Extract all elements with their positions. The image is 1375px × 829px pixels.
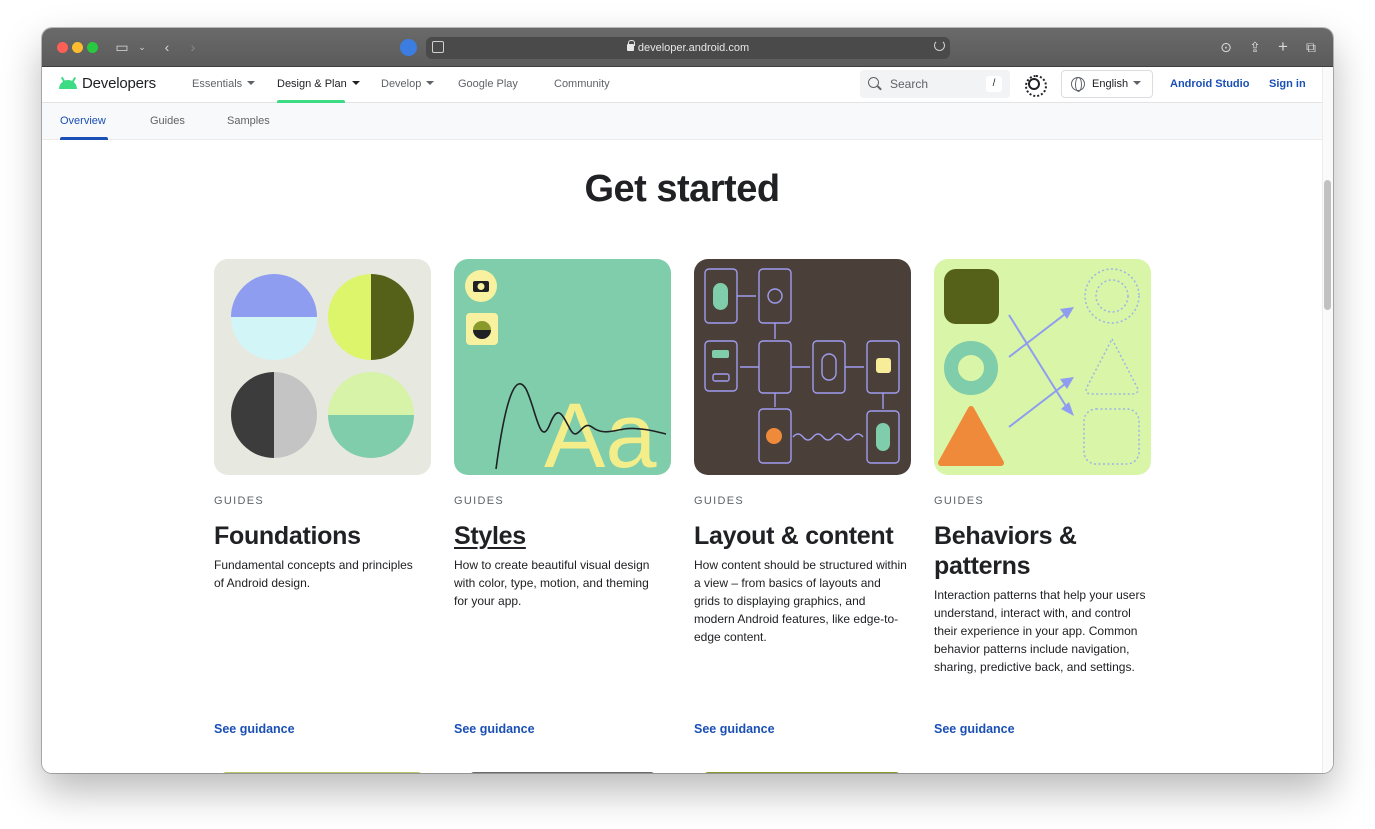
site-favicon-icon xyxy=(400,39,417,56)
next-row-card-preview xyxy=(222,772,422,773)
card-description: Interaction patterns that help your user… xyxy=(934,588,1146,674)
sub-navigation: Overview Guides Samples xyxy=(42,103,1322,140)
browser-toolbar: ▭ ⌄ ‹ › developer.android.com ⊙ ⇪ + ⧉ xyxy=(42,28,1333,67)
card-title[interactable]: Layout & content xyxy=(694,521,911,551)
card-eyebrow: GUIDES xyxy=(214,495,264,507)
nav-label: Develop xyxy=(381,78,422,90)
maximize-window-button[interactable] xyxy=(87,42,98,53)
forward-button[interactable]: › xyxy=(186,37,200,57)
next-row-card-preview xyxy=(704,772,900,773)
downloads-icon[interactable]: ⊙ xyxy=(1218,37,1234,57)
nav-design-plan[interactable]: Design & Plan xyxy=(277,78,360,90)
scrollbar-thumb[interactable] xyxy=(1324,180,1331,310)
theme-toggle-icon[interactable] xyxy=(1025,75,1047,97)
see-guidance-link[interactable]: See guidance xyxy=(694,722,775,736)
search-shortcut-key: / xyxy=(986,76,1002,92)
active-tab-indicator xyxy=(60,137,108,140)
globe-icon xyxy=(1071,77,1085,92)
card-title[interactable]: Styles xyxy=(454,521,671,551)
card-description: How content should be structured within … xyxy=(694,558,907,644)
svg-text:Aa: Aa xyxy=(544,385,657,475)
card-eyebrow: GUIDES xyxy=(454,495,504,507)
search-icon xyxy=(868,77,879,88)
caret-down-icon xyxy=(426,81,435,85)
page-heading: Get started xyxy=(584,168,780,210)
see-guidance-link[interactable]: See guidance xyxy=(454,722,535,736)
tab-guides[interactable]: Guides xyxy=(150,115,185,127)
nav-google-play[interactable]: Google Play xyxy=(458,78,518,90)
search-input[interactable]: Search / xyxy=(860,70,1010,98)
nav-community[interactable]: Community xyxy=(554,78,610,90)
caret-down-icon xyxy=(247,81,256,85)
card-eyebrow: GUIDES xyxy=(934,495,984,507)
language-value: English xyxy=(1092,78,1129,90)
layout-illustration xyxy=(694,259,911,475)
minimize-window-button[interactable] xyxy=(72,42,83,53)
address-bar[interactable]: developer.android.com xyxy=(426,37,950,59)
new-tab-icon[interactable]: + xyxy=(1275,37,1291,57)
close-window-button[interactable] xyxy=(57,42,68,53)
card-description: How to create beautiful visual design wi… xyxy=(454,558,650,608)
caret-down-icon xyxy=(1133,81,1142,85)
caret-down-icon xyxy=(351,81,360,85)
nav-label: Design & Plan xyxy=(277,78,347,90)
back-button[interactable]: ‹ xyxy=(160,37,174,57)
chevron-down-icon[interactable]: ⌄ xyxy=(137,37,147,57)
behaviors-illustration xyxy=(934,259,1151,475)
nav-essentials[interactable]: Essentials xyxy=(192,78,256,90)
reload-icon[interactable] xyxy=(934,40,945,51)
card-title[interactable]: Behaviors & patterns xyxy=(934,521,1151,581)
card-description: Fundamental concepts and principles of A… xyxy=(214,558,413,590)
nav-develop[interactable]: Develop xyxy=(381,78,435,90)
tab-overview-icon[interactable]: ⧉ xyxy=(1303,37,1319,57)
next-row-card-preview xyxy=(470,772,655,773)
search-placeholder: Search xyxy=(890,77,929,91)
see-guidance-link[interactable]: See guidance xyxy=(214,722,295,736)
reader-icon[interactable] xyxy=(432,41,444,53)
see-guidance-link[interactable]: See guidance xyxy=(934,722,1015,736)
main-content: Get started GUIDES Foundations Fundament… xyxy=(42,141,1322,773)
nav-label: Google Play xyxy=(458,78,518,90)
language-label: English xyxy=(1092,78,1142,90)
address-url: developer.android.com xyxy=(637,42,750,54)
site-header: Developers Essentials Design & Plan Deve… xyxy=(42,67,1322,103)
share-icon[interactable]: ⇪ xyxy=(1247,37,1263,57)
sign-in-link[interactable]: Sign in xyxy=(1269,78,1306,90)
language-select[interactable]: English xyxy=(1061,70,1153,98)
tab-overview[interactable]: Overview xyxy=(60,115,106,127)
site-logo[interactable]: Developers xyxy=(82,75,156,92)
styles-illustration: Aa xyxy=(454,259,671,475)
scrollbar-track[interactable] xyxy=(1322,67,1333,773)
foundations-illustration xyxy=(214,259,431,475)
android-studio-link[interactable]: Android Studio xyxy=(1170,78,1249,90)
sidebar-toggle-icon[interactable]: ▭ xyxy=(114,37,130,57)
browser-window: ▭ ⌄ ‹ › developer.android.com ⊙ ⇪ + ⧉ De… xyxy=(42,28,1333,773)
lock-icon xyxy=(626,40,635,51)
nav-label: Community xyxy=(554,78,610,90)
nav-label: Essentials xyxy=(192,78,243,90)
tab-samples[interactable]: Samples xyxy=(227,115,270,127)
card-eyebrow: GUIDES xyxy=(694,495,744,507)
android-logo-icon[interactable] xyxy=(59,80,77,89)
card-title[interactable]: Foundations xyxy=(214,521,431,551)
